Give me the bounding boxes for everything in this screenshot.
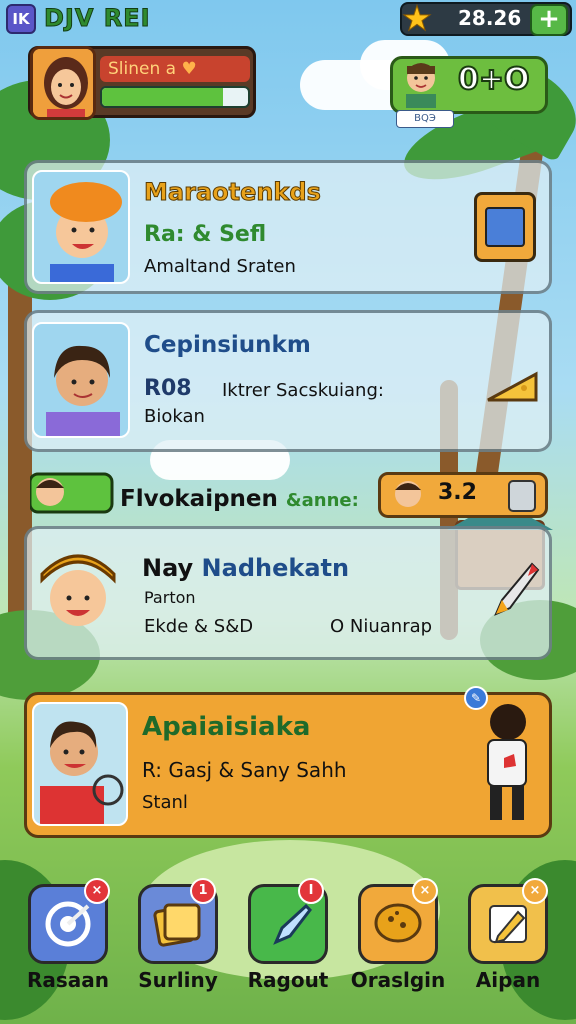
quest-extra: O Niuanrap — [330, 616, 433, 637]
quest-title: Cepinsiunkm — [144, 332, 311, 358]
notification-badge: × — [412, 878, 438, 904]
reward-avatar — [388, 474, 428, 514]
quest-stats-extra: Iktrer Sacskuiang: — [222, 380, 384, 401]
app-logo[interactable]: IK — [6, 4, 36, 34]
player-avatar[interactable] — [30, 46, 96, 120]
quest-avatar — [32, 322, 130, 438]
section-tag: &anne: — [285, 490, 359, 511]
nav-label: Rasaan — [26, 968, 110, 992]
quest-stats: R: Gasj & Sany Sahh — [142, 758, 347, 782]
nav-label: Oraslgin — [350, 968, 446, 992]
quest-avatar — [32, 702, 128, 826]
friend-score: 0+O — [457, 61, 531, 98]
quest-title: Nay Nadhekatn — [142, 554, 350, 582]
xp-fill — [102, 88, 224, 106]
quest-avatar — [32, 170, 130, 284]
quest-title: Apaiaisiaka — [142, 712, 311, 742]
app-title: DJV REI — [44, 4, 151, 33]
notification-badge: × — [84, 878, 110, 904]
quest-avatar — [32, 536, 124, 648]
friend-tag: ВQЭ — [396, 110, 454, 128]
cookie-icon — [374, 903, 422, 943]
target-icon — [45, 901, 91, 947]
quest-stats: Ekde & S&D — [144, 616, 254, 637]
quest-stats: R08 — [144, 376, 192, 401]
cheese-icon[interactable] — [484, 360, 540, 408]
info-badge[interactable]: ✎ — [464, 686, 488, 710]
player-name: Slinen a ♥ — [100, 56, 250, 82]
notification-badge: I — [298, 878, 324, 904]
cards-icon — [153, 903, 201, 947]
nav-label: Aipan — [475, 968, 541, 992]
coin-value: 28.26 — [458, 6, 522, 30]
section-badge — [28, 470, 120, 516]
quest-subtitle: Parton — [144, 588, 196, 607]
friend-avatar[interactable] — [398, 58, 444, 108]
character-figure-icon — [474, 700, 538, 824]
heart-icon: ♥ — [181, 59, 197, 79]
jar-icon — [508, 480, 536, 512]
notification-badge: 1 — [190, 878, 216, 904]
rocket-icon[interactable] — [488, 560, 540, 620]
reward-value: 3.2 — [438, 480, 477, 505]
quest-title: Maraotenkds — [144, 178, 322, 207]
quest-description: Biokan — [144, 406, 205, 427]
section-title: Flvokaipnen &anne: — [120, 486, 359, 512]
pencil-icon — [489, 905, 527, 944]
treasure-map-icon[interactable] — [474, 192, 536, 262]
quest-stats: Ra: & Sefl — [144, 222, 267, 247]
arrow-icon — [273, 903, 312, 945]
nav-label: Surliny — [138, 968, 218, 992]
quest-description: Amaltand Sraten — [144, 256, 296, 277]
xp-progress-bar — [100, 86, 250, 108]
quest-description: Stanl — [142, 792, 188, 813]
nav-label: Ragout — [247, 968, 329, 992]
coin-icon: ★ — [401, 0, 433, 39]
notification-badge: × — [522, 878, 548, 904]
add-coins-button[interactable]: + — [530, 4, 568, 36]
